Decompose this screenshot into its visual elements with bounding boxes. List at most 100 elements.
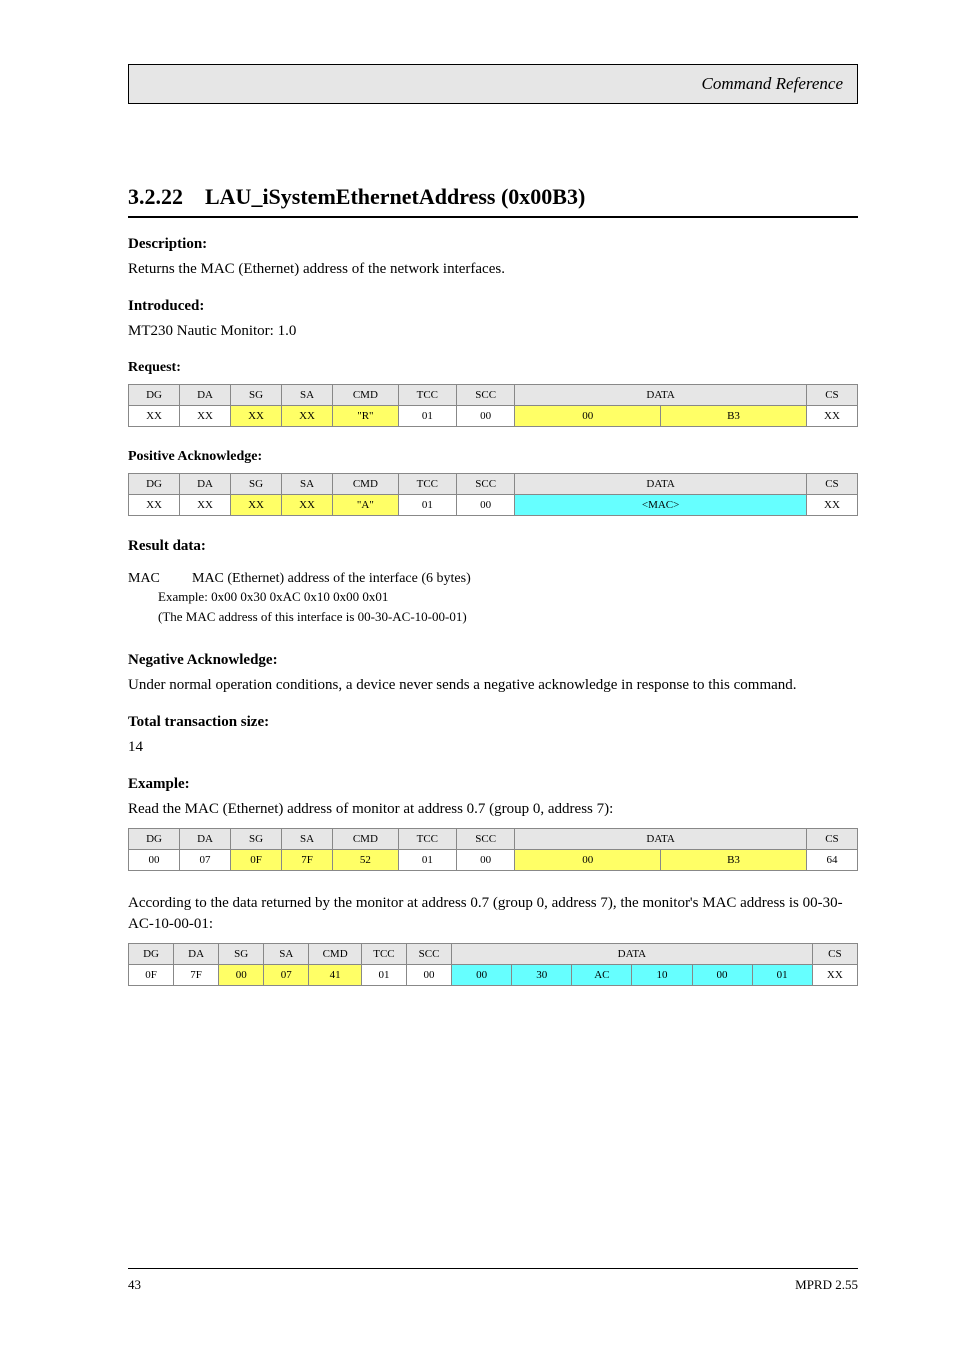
table-row: XX XX XX XX "R" 01 00 00 B3 XX [129, 406, 858, 427]
cell: 01 [398, 850, 456, 871]
introduced-text: MT230 Nautic Monitor: 1.0 [128, 321, 858, 342]
cell: 30 [512, 965, 572, 986]
example-intro: Read the MAC (Ethernet) address of monit… [128, 799, 858, 820]
col-tcc: TCC [361, 944, 406, 965]
cell: XX [129, 406, 180, 427]
col-scc: SCC [456, 385, 514, 406]
footer-page-number: 43 [128, 1277, 141, 1293]
col-cmd: CMD [333, 385, 399, 406]
cell: 52 [333, 850, 399, 871]
cell: 00 [452, 965, 512, 986]
col-sa: SA [282, 829, 333, 850]
cell: XX [231, 406, 282, 427]
table-row: 0F 7F 00 07 41 01 00 00 30 AC 10 00 01 X… [129, 965, 858, 986]
cell: B3 [661, 406, 807, 427]
table-header-row: DG DA SG SA CMD TCC SCC DATA CS [129, 474, 858, 495]
cell: "R" [333, 406, 399, 427]
cell: XX [806, 495, 857, 516]
table-row: 00 07 0F 7F 52 01 00 00 B3 64 [129, 850, 858, 871]
page-header: Command Reference [128, 64, 858, 104]
pack-label: Positive Acknowledge: [128, 449, 858, 465]
cell: 0F [129, 965, 174, 986]
cell: XX [806, 406, 857, 427]
col-tcc: TCC [398, 474, 456, 495]
description-text: Returns the MAC (Ethernet) address of th… [128, 259, 858, 280]
col-data: DATA [452, 944, 813, 965]
nack-text: Under normal operation conditions, a dev… [128, 675, 858, 696]
cell: 00 [219, 965, 264, 986]
example-label: Example: [158, 589, 208, 604]
col-da: DA [174, 944, 219, 965]
cell: XX [129, 495, 180, 516]
result-label: Result data: [128, 538, 858, 555]
page-footer: 43 MPRD 2.55 [128, 1268, 858, 1293]
cell: 0F [231, 850, 282, 871]
col-cs: CS [806, 474, 857, 495]
col-cmd: CMD [333, 829, 399, 850]
col-sa: SA [282, 474, 333, 495]
col-da: DA [180, 385, 231, 406]
col-sa: SA [282, 385, 333, 406]
col-tcc: TCC [398, 829, 456, 850]
example-mid-text: According to the data returned by the mo… [128, 893, 858, 935]
col-scc: SCC [456, 474, 514, 495]
cell: 01 [398, 495, 456, 516]
table-header-row: DG DA SG SA CMD TCC SCC DATA CS [129, 385, 858, 406]
param-example: Example: 0x00 0x30 0xAC 0x10 0x00 0x01 (… [158, 587, 858, 626]
cell: 00 [692, 965, 752, 986]
param-desc: MAC (Ethernet) address of the interface … [192, 571, 471, 586]
cell: 00 [129, 850, 180, 871]
cell: XX [231, 495, 282, 516]
col-dg: DG [129, 944, 174, 965]
section-title: 3.2.22 LAU_iSystemEthernetAddress (0x00B… [128, 184, 858, 218]
cell: AC [572, 965, 632, 986]
table-row: XX XX XX XX "A" 01 00 <MAC> XX [129, 495, 858, 516]
cell: XX [180, 495, 231, 516]
col-data: DATA [515, 829, 807, 850]
cell: 07 [264, 965, 309, 986]
cell: 01 [398, 406, 456, 427]
section-name: LAU_iSystemEthernetAddress (0x00B3) [205, 184, 585, 209]
col-da: DA [180, 474, 231, 495]
cell: XX [812, 965, 857, 986]
cell: XX [282, 406, 333, 427]
col-dg: DG [129, 385, 180, 406]
cell: 00 [406, 965, 451, 986]
col-cs: CS [806, 385, 857, 406]
header-title: Command Reference [702, 74, 843, 94]
col-sa: SA [264, 944, 309, 965]
cell: 41 [309, 965, 362, 986]
col-dg: DG [129, 829, 180, 850]
col-cmd: CMD [333, 474, 399, 495]
cell: 01 [361, 965, 406, 986]
example-label: Example: [128, 776, 858, 793]
cell: 00 [515, 406, 661, 427]
cell: 7F [174, 965, 219, 986]
cell: "A" [333, 495, 399, 516]
col-sg: SG [231, 385, 282, 406]
cell: 00 [456, 495, 514, 516]
col-sg: SG [231, 474, 282, 495]
col-dg: DG [129, 474, 180, 495]
table-header-row: DG DA SG SA CMD TCC SCC DATA CS [129, 829, 858, 850]
col-cs: CS [806, 829, 857, 850]
example-note: (The MAC address of this interface is 00… [158, 609, 467, 624]
param-block: MAC MAC (Ethernet) address of the interf… [128, 569, 858, 626]
cell: 01 [752, 965, 812, 986]
introduced-label: Introduced: [128, 298, 858, 315]
param-name: MAC [128, 571, 188, 587]
col-scc: SCC [456, 829, 514, 850]
example-response-table: DG DA SG SA CMD TCC SCC DATA CS 0F 7F 00… [128, 943, 858, 986]
col-cs: CS [812, 944, 857, 965]
nack-label: Negative Acknowledge: [128, 652, 858, 669]
request-table: DG DA SG SA CMD TCC SCC DATA CS XX XX XX… [128, 384, 858, 427]
col-sg: SG [231, 829, 282, 850]
cell: 07 [180, 850, 231, 871]
tx-label: Total transaction size: [128, 714, 858, 731]
page: Command Reference 3.2.22 LAU_iSystemEthe… [0, 0, 954, 1351]
request-label: Request: [128, 360, 858, 376]
table-header-row: DG DA SG SA CMD TCC SCC DATA CS [129, 944, 858, 965]
col-scc: SCC [406, 944, 451, 965]
col-data: DATA [515, 385, 807, 406]
section-number: 3.2.22 [128, 184, 183, 209]
